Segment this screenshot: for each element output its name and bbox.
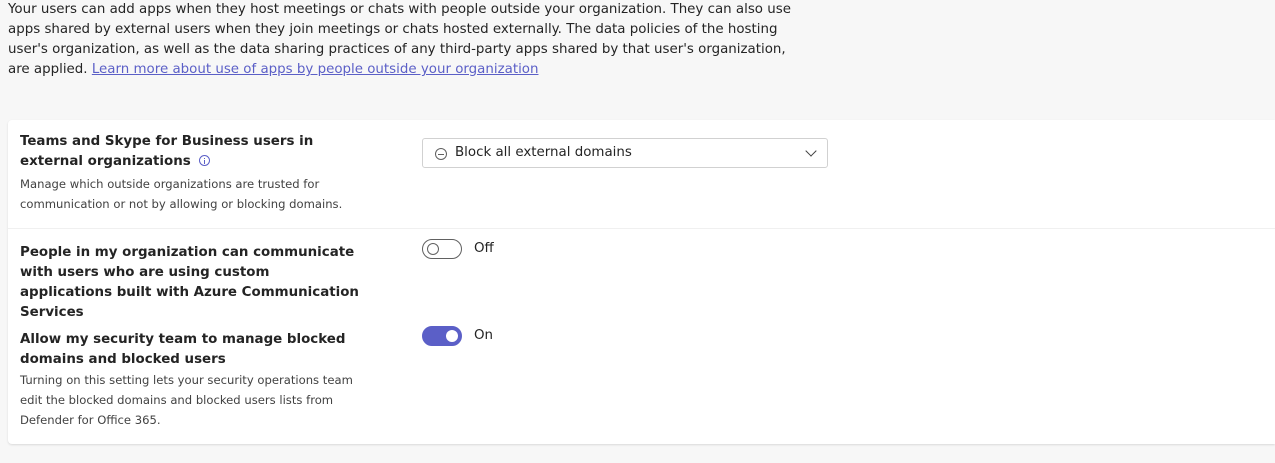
setting-label-column: Allow my security team to manage blocked…: [20, 330, 365, 430]
settings-card: Teams and Skype for Business users in ex…: [8, 120, 1275, 444]
info-icon[interactable]: [198, 155, 210, 166]
acs-toggle[interactable]: [422, 239, 462, 259]
acs-title: People in my organization can communicat…: [20, 245, 359, 320]
setting-row-security-team: Allow my security team to manage blocked…: [8, 317, 1275, 444]
block-icon: [435, 148, 447, 160]
dropdown-selected-value: Block all external domains: [455, 145, 632, 160]
acs-toggle-state: Off: [474, 241, 494, 256]
setting-row-acs: People in my organization can communicat…: [8, 229, 1275, 320]
intro-paragraph: Your users can add apps when they host m…: [8, 0, 798, 80]
external-orgs-title: Teams and Skype for Business users in ex…: [20, 134, 314, 169]
chevron-down-icon: [805, 145, 817, 157]
setting-label-column: People in my organization can communicat…: [20, 243, 365, 323]
setting-row-external-orgs: Teams and Skype for Business users in ex…: [8, 120, 1275, 228]
security-team-title: Allow my security team to manage blocked…: [20, 332, 346, 367]
security-team-description: Turning on this setting lets your securi…: [20, 373, 353, 427]
external-orgs-description: Manage which outside organizations are t…: [20, 177, 343, 211]
setting-title: Teams and Skype for Business users in ex…: [20, 132, 365, 172]
security-team-toggle[interactable]: [422, 326, 462, 346]
setting-label-column: Teams and Skype for Business users in ex…: [20, 132, 365, 214]
toggle-knob: [427, 243, 439, 255]
external-domains-dropdown[interactable]: Block all external domains: [422, 138, 828, 168]
security-team-toggle-state: On: [474, 328, 494, 343]
learn-more-link[interactable]: Learn more about use of apps by people o…: [92, 62, 539, 77]
toggle-knob: [446, 330, 458, 342]
